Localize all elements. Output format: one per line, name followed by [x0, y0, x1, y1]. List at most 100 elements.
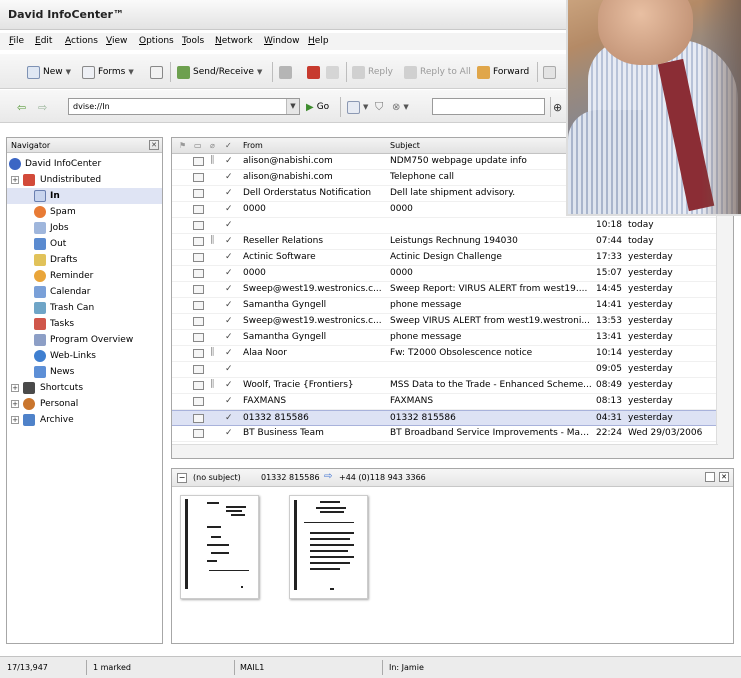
table-row[interactable]: ∥ ✓ Woolf, Tracie {Frontiers} MSS Data to t… — [172, 378, 717, 394]
envelope-icon — [193, 237, 204, 246]
address-field[interactable]: dvise://In — [68, 98, 300, 115]
table-row[interactable]: ∥ ✓ Alaa Noor Fw: T2000 Obsolescence notice… — [172, 346, 717, 362]
zoom-button[interactable]: ⊕ — [553, 99, 562, 115]
table-row[interactable]: ✓ 09:05 yesterday — [172, 362, 717, 378]
nav-item-david-infocenter[interactable]: David InfoCenter — [7, 156, 162, 172]
check-button[interactable] — [150, 64, 163, 80]
table-row[interactable]: ✓ BT Business Team BT Broadband Service Im… — [172, 426, 717, 442]
cell-subject: BT Broadband Service Improvements - Marc… — [390, 428, 592, 438]
nav-item-personal[interactable]: + Personal — [7, 396, 162, 412]
read-check-icon: ✓ — [225, 428, 233, 438]
nav-item-calendar[interactable]: Calendar — [7, 284, 162, 300]
cell-from: Samantha Gyngell — [243, 332, 327, 342]
cell-from: FAXMANS — [243, 396, 287, 406]
filter-button[interactable]: ⛉ — [375, 99, 383, 115]
current-location: In: Jamie — [389, 663, 424, 672]
nav-item-jobs[interactable]: Jobs — [7, 220, 162, 236]
view-button[interactable]: ▼ — [347, 99, 368, 115]
menu-edit[interactable]: Edit — [35, 36, 52, 46]
cell-from: Woolf, Tracie {Frontiers} — [243, 380, 354, 390]
go-button[interactable]: ▶ Go — [306, 99, 329, 115]
preview-pane: − (no subject) 01332 815586 ⇨ +44 (0)118… — [171, 468, 734, 644]
delete-icon — [307, 65, 320, 79]
table-row[interactable]: ✓ Actinic Software Actinic Design Challeng… — [172, 250, 717, 266]
attachment-column-icon[interactable]: ⌀ — [210, 141, 215, 150]
fax-page-thumbnail[interactable] — [180, 495, 259, 599]
forms-button[interactable]: Forms ▼ — [82, 64, 134, 80]
cell-day: yesterday — [628, 348, 673, 358]
nav-item-web-links[interactable]: Web-Links — [7, 348, 162, 364]
menu-network[interactable]: Network — [215, 36, 253, 46]
menu-window[interactable]: Window — [264, 36, 300, 46]
nav-item-drafts[interactable]: Drafts — [7, 252, 162, 268]
reply-button[interactable]: Reply — [352, 64, 393, 80]
detach-icon[interactable] — [705, 472, 715, 482]
forward-nav-button[interactable]: ⇨ — [38, 99, 47, 115]
cell-time: 08:49 — [596, 380, 622, 390]
expand-icon[interactable]: + — [11, 384, 19, 392]
table-row[interactable]: ✓ Samantha Gyngell phone message 13:41 yeste… — [172, 330, 717, 346]
cell-time: 15:07 — [596, 268, 622, 278]
column-subject[interactable]: Subject — [390, 141, 420, 150]
menu-file[interactable]: File — [9, 36, 24, 46]
search-input[interactable] — [432, 98, 545, 115]
menu-help[interactable]: Help — [308, 36, 329, 46]
nav-item-shortcuts[interactable]: + Shortcuts — [7, 380, 162, 396]
fax-page-thumbnail[interactable] — [289, 495, 368, 599]
table-row[interactable]: ✓ 10:18 today — [172, 218, 717, 234]
menu-tools[interactable]: Tools — [182, 36, 204, 46]
nav-item-program-overview[interactable]: Program Overview — [7, 332, 162, 348]
nav-item-trash-can[interactable]: Trash Can — [7, 300, 162, 316]
table-row[interactable]: ✓ FAXMANS FAXMANS 08:13 yesterday — [172, 394, 717, 410]
cell-time: 10:14 — [596, 348, 622, 358]
cell-from: Actinic Software — [243, 252, 316, 262]
more-button[interactable] — [543, 64, 556, 80]
forward-button[interactable]: Forward — [477, 64, 529, 80]
nav-item-news[interactable]: News — [7, 364, 162, 380]
print-button[interactable] — [279, 64, 292, 80]
expand-icon[interactable]: + — [11, 400, 19, 408]
close-icon[interactable]: ✕ — [719, 472, 729, 482]
find-button[interactable] — [326, 64, 339, 80]
cell-subject: Sweep VIRUS ALERT from west19.westroni..… — [390, 316, 590, 326]
table-row[interactable]: ∥ ✓ Reseller Relations Leistungs Rechnung 1… — [172, 234, 717, 250]
reply-all-button[interactable]: Reply to All — [404, 64, 471, 80]
menu-options[interactable]: Options — [139, 36, 174, 46]
delete-button[interactable] — [307, 64, 320, 80]
cell-subject: Fw: T2000 Obsolescence notice — [390, 348, 533, 358]
collapse-icon[interactable]: − — [177, 473, 187, 483]
expand-icon[interactable]: + — [11, 416, 19, 424]
table-row[interactable]: ✓ Samantha Gyngell phone message 14:41 yeste… — [172, 298, 717, 314]
table-row[interactable]: ✓ 0000 0000 15:07 yesterday — [172, 266, 717, 282]
menu-actions[interactable]: Actions — [65, 36, 98, 46]
status-bar: 17/13,947 1 marked MAIL1 In: Jamie — [0, 656, 741, 678]
search-options-button[interactable]: ⊗ ▼ — [392, 99, 409, 115]
table-row[interactable]: ✓ Sweep@west19.westronics.c... Sweep Repor… — [172, 282, 717, 298]
nav-item-reminder[interactable]: Reminder — [7, 268, 162, 284]
back-button[interactable]: ⇦ — [17, 99, 26, 115]
table-row[interactable]: ✓ Sweep@west19.westronics.c... Sweep VIRUS… — [172, 314, 717, 330]
nav-item-out[interactable]: Out — [7, 236, 162, 252]
menu-view[interactable]: View — [106, 36, 127, 46]
column-from[interactable]: From — [243, 141, 263, 150]
nav-item-tasks[interactable]: Tasks — [7, 316, 162, 332]
type-column-icon[interactable]: ▭ — [194, 141, 202, 150]
horizontal-scrollbar[interactable] — [172, 444, 718, 458]
expand-icon[interactable]: + — [11, 176, 19, 184]
table-row[interactable]: ✓ 01332 815586 01332 815586 04:31 yesterday — [172, 410, 717, 426]
nav-item-undistributed[interactable]: + Undistributed — [7, 172, 162, 188]
inbox-icon — [34, 190, 46, 202]
read-check-icon: ✓ — [225, 188, 233, 198]
personal-icon — [23, 398, 35, 410]
dropdown-arrow-icon: ▼ — [363, 103, 369, 111]
send-receive-button[interactable]: Send/Receive ▼ — [177, 64, 262, 80]
nav-item-in[interactable]: In — [7, 188, 162, 204]
close-icon[interactable]: ✕ — [149, 140, 159, 150]
attachment-icon: ∥ — [210, 155, 215, 165]
read-column-icon[interactable]: ✓ — [225, 141, 232, 150]
nav-item-spam[interactable]: Spam — [7, 204, 162, 220]
new-button[interactable]: New ▼ — [27, 64, 71, 80]
nav-item-archive[interactable]: + Archive — [7, 412, 162, 428]
flag-column-icon[interactable]: ⚑ — [179, 141, 186, 150]
address-dropdown[interactable]: ▼ — [286, 99, 299, 114]
